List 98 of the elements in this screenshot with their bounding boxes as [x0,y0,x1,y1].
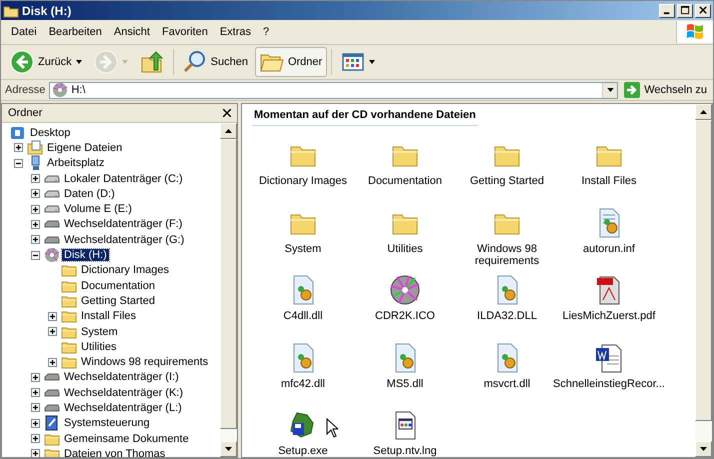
control-panel-icon [44,415,60,432]
tree-item[interactable]: Utilities [79,340,118,353]
documents-folder-icon [27,140,43,156]
expand-icon[interactable] [48,312,57,321]
tree-item[interactable]: Wechseldatenträger (K:) [62,386,186,399]
window-title: Disk (H:) [22,4,72,18]
tree-item[interactable]: Daten (D:) [62,188,117,200]
file-name[interactable]: CDR2K.ICO [375,310,435,322]
tree-item[interactable]: Wechseldatenträger (F:) [62,218,184,230]
disc-icon[interactable] [389,274,421,306]
tree-item[interactable]: Disk (H:) [62,249,109,262]
tree-item[interactable]: Volume E (E:) [62,203,134,216]
expand-icon[interactable] [48,327,57,336]
file-name[interactable]: Dictionary Images [258,175,348,187]
file-name[interactable]: Documentation [368,175,442,187]
file-name[interactable]: Setup.ntv.lng [373,445,437,457]
expand-icon[interactable] [31,403,40,412]
expand-icon[interactable] [31,372,40,382]
tree-item[interactable]: Windows 98 requirements [79,356,210,368]
expand-icon[interactable] [48,358,57,367]
tree-item[interactable]: Wechseldatenträger (I:) [62,371,181,384]
tree-item[interactable]: Install Files [79,310,138,322]
tree-item[interactable]: System [79,326,120,338]
pane-title: Ordner [8,107,42,119]
tree-item[interactable]: Systemsteuerung [62,417,152,430]
scrollbar[interactable] [220,123,237,457]
tree-item[interactable]: Gemeinsame Dokumente [62,432,191,445]
tree-item[interactable]: Wechseldatenträger (G:) [62,234,186,246]
dropdown-arrow-icon[interactable] [606,88,614,92]
search-icon [182,50,207,74]
scroll-up-icon[interactable] [700,110,707,114]
scroll-up-icon[interactable] [225,129,232,133]
search-button[interactable]: Suchen [178,47,253,77]
tree-item[interactable]: Documentation [79,280,157,292]
address-field[interactable]: H:\ [49,82,618,98]
collapse-icon[interactable] [14,158,23,168]
close-button[interactable] [695,4,711,18]
mouse-pointer-icon [326,418,338,438]
expand-icon[interactable] [31,174,40,184]
file-name[interactable]: C4dll.dll [283,310,323,322]
address-label: Adresse [5,84,46,96]
scrollbar[interactable] [695,104,712,457]
disc-icon [44,247,60,264]
expand-icon[interactable] [31,449,40,457]
file-name[interactable]: Windows 98 requirements [474,242,540,266]
menu-item[interactable]: Favoriten [156,26,214,38]
scroll-down-icon[interactable] [225,447,232,451]
caret-icon [76,60,82,64]
back-button[interactable]: Zurück [5,47,87,77]
file-name[interactable]: Setup.exe [278,445,328,457]
expand-icon[interactable] [31,434,40,444]
tree-item[interactable]: Arbeitsplatz [45,157,106,170]
tree-item[interactable]: Dictionary Images [79,264,172,276]
file-name[interactable]: Utilities [387,242,423,254]
folders-button[interactable]: Ordner [254,47,328,77]
expand-icon[interactable] [31,189,40,198]
close-button[interactable] [221,107,233,119]
file-name[interactable]: mfc42.dll [280,378,326,390]
menu-item[interactable]: Bearbeiten [42,26,108,38]
expand-icon[interactable] [31,204,40,214]
file-name[interactable]: MS5.dll [386,378,424,390]
section-heading: Momentan auf der CD vorhandene Dateien [252,107,478,126]
file-name[interactable]: System [284,242,322,254]
caret-icon [122,60,128,64]
file-name[interactable]: msvcrt.dll [484,378,530,390]
folder-up-icon [140,50,164,74]
desktop-icon [10,124,26,141]
file-name[interactable]: autorun.inf [583,242,635,254]
tree-item[interactable]: Desktop [28,126,72,139]
disc-icon [52,82,68,98]
expand-icon[interactable] [31,220,40,229]
file-name[interactable]: SchnelleinstiegRecor... [553,378,665,390]
tree-item[interactable]: Lokaler Datenträger (C:) [62,172,185,185]
file-name[interactable]: Getting Started [470,175,544,187]
close-icon [223,109,231,117]
file-name[interactable]: LiesMichZuerst.pdf [562,310,656,322]
menu-item[interactable]: ? [257,26,276,38]
maximize-icon [680,6,690,15]
scroll-down-icon[interactable] [700,447,707,451]
menu-item[interactable]: Ansicht [108,26,156,38]
go-button[interactable]: Wechseln zu [622,82,709,98]
collapse-icon[interactable] [31,250,40,260]
tree-item[interactable]: Dateien von Thomas [62,448,168,457]
close-icon [698,6,708,15]
file-name[interactable]: ILDA32.DLL [477,310,537,322]
expand-icon[interactable] [31,388,40,398]
minimize-button[interactable] [659,4,675,18]
expand-icon[interactable] [31,418,40,428]
menu-item[interactable]: Datei [5,26,43,38]
caret-icon [369,60,376,64]
menu-item[interactable]: Extras [214,26,258,38]
tree-item[interactable]: Wechseldatenträger (L:) [62,402,184,414]
tree-item[interactable]: Eigene Dateien [45,142,124,154]
expand-icon[interactable] [31,235,40,244]
maximize-button[interactable] [677,4,693,18]
file-name[interactable]: Install Files [581,175,637,187]
tree-item[interactable]: Getting Started [79,294,157,307]
expand-icon[interactable] [14,143,23,152]
